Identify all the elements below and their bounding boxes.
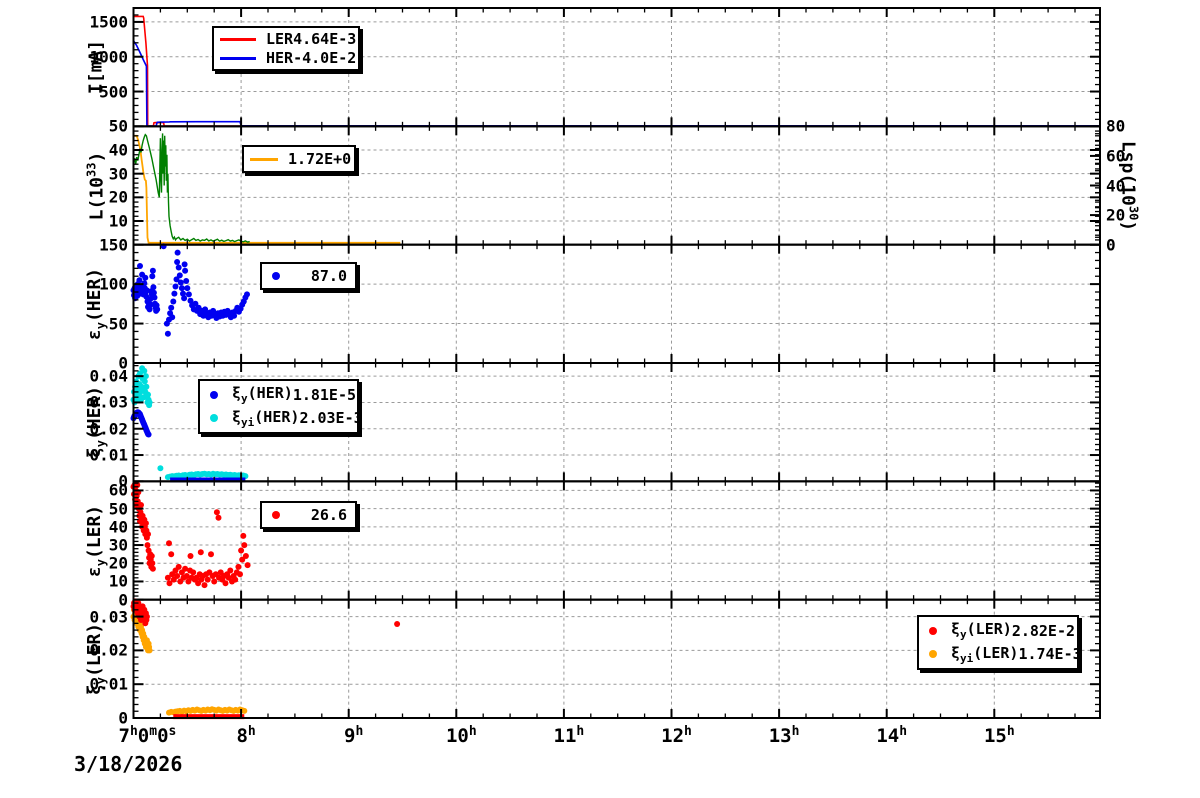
beam-monitor-chart: LER 4.64E-3 HER -4.0E-2 1.72E+0 87.0 ξy(…	[0, 0, 1200, 798]
legend-xiy-ler: ξy(LER) 2.82E-2 ξyi(LER) 1.74E-3	[917, 615, 1082, 670]
legend-entry-her: HER -4.0E-2	[220, 49, 356, 67]
her-line-swatch	[220, 56, 256, 60]
legend-value: 26.6	[310, 506, 347, 524]
y-tick-label: 0.04	[89, 366, 128, 386]
legend-value: 1.72E+0	[288, 150, 352, 168]
xiy-ler-dot-swatch	[929, 626, 937, 635]
legend-ey-her: 87.0	[260, 262, 357, 290]
legend-value: -4.0E-2	[293, 49, 357, 67]
y-tick-label: 150	[99, 235, 128, 255]
x-tick-label: 7h0m0s	[118, 724, 177, 747]
ey-ler-dot-swatch	[272, 511, 280, 519]
xiyi-her-dot-swatch	[210, 414, 218, 423]
legend-currents: LER 4.64E-3 HER -4.0E-2	[212, 26, 360, 71]
legend-entry-ey-her: 87.0	[268, 267, 347, 285]
y-tick-label: 50	[108, 499, 128, 519]
x-tick-label: 11h	[553, 724, 585, 747]
y-tick-label: 30	[108, 164, 128, 184]
legend-value: 2.03E-3	[299, 409, 363, 428]
legend-entry-lsp: 1.72E+0	[250, 150, 351, 168]
legend-label: HER	[266, 49, 294, 67]
y-tick-label: 40	[108, 140, 128, 160]
xiy-her-dot-swatch	[210, 390, 218, 399]
y-tick-label: 1500	[89, 12, 128, 32]
legend-xiy-her: ξy(HER) 1.81E-5 ξyi(HER) 2.03E-3	[198, 379, 363, 434]
right-y-tick-label: 0	[1106, 235, 1116, 255]
y-tick-label: 50	[108, 314, 128, 334]
x-tick-label: 8h	[236, 724, 256, 747]
lsp-line-swatch	[250, 157, 278, 161]
legend-entry-xiyi-ler: ξyi(LER) 1.74E-3	[925, 643, 1082, 665]
legend-value: 87.0	[310, 267, 347, 285]
y-tick-label: 20	[108, 553, 128, 573]
x-tick-label: 10h	[445, 724, 477, 747]
ler-line-swatch	[220, 37, 256, 41]
legend-entry-ey-ler: 26.6	[268, 506, 347, 524]
x-tick-label: 9h	[344, 724, 364, 747]
legend-ey-ler: 26.6	[260, 501, 357, 529]
y-tick-label: 40	[108, 517, 128, 537]
legend-luminosity: 1.72E+0	[242, 145, 356, 173]
legend-value: 4.64E-3	[293, 30, 357, 48]
legend-entry-xiyi-her: ξyi(HER) 2.03E-3	[206, 407, 363, 429]
legend-entry-xiy-ler: ξy(LER) 2.82E-2	[925, 620, 1075, 642]
legend-label: ξyi(HER)	[232, 407, 300, 429]
legend-label: ξy(LER)	[951, 620, 1012, 642]
y-tick-label: 10	[108, 211, 128, 231]
legend-value: 1.81E-5	[292, 385, 357, 404]
legend-label: ξyi(LER)	[951, 643, 1019, 665]
right-y-tick-label: 80	[1106, 116, 1126, 136]
x-tick-label: 14h	[876, 724, 908, 747]
legend-entry-ler: LER 4.64E-3	[220, 30, 356, 48]
y-tick-label: 50	[108, 116, 128, 136]
x-tick-label: 13h	[768, 724, 800, 747]
y-tick-label: 20	[108, 187, 128, 207]
xiyi-ler-dot-swatch	[929, 650, 937, 659]
y-tick-label: 30	[108, 535, 128, 555]
x-tick-label: 15h	[983, 724, 1015, 747]
legend-value: 1.74E-3	[1018, 645, 1082, 664]
y-tick-label: 60	[108, 480, 128, 500]
legend-value: 2.82E-2	[1011, 621, 1076, 640]
x-tick-label: 12h	[661, 724, 692, 747]
ey-her-dot-swatch	[272, 272, 280, 280]
legend-entry-xiy-her: ξy(HER) 1.81E-5	[206, 384, 356, 406]
legend-label: ξy(HER)	[232, 384, 293, 406]
chart-canvas	[130, 7, 1101, 720]
y-tick-label: 10	[108, 571, 128, 591]
date-label: 3/18/2026	[74, 752, 183, 776]
legend-label: LER	[266, 30, 294, 48]
